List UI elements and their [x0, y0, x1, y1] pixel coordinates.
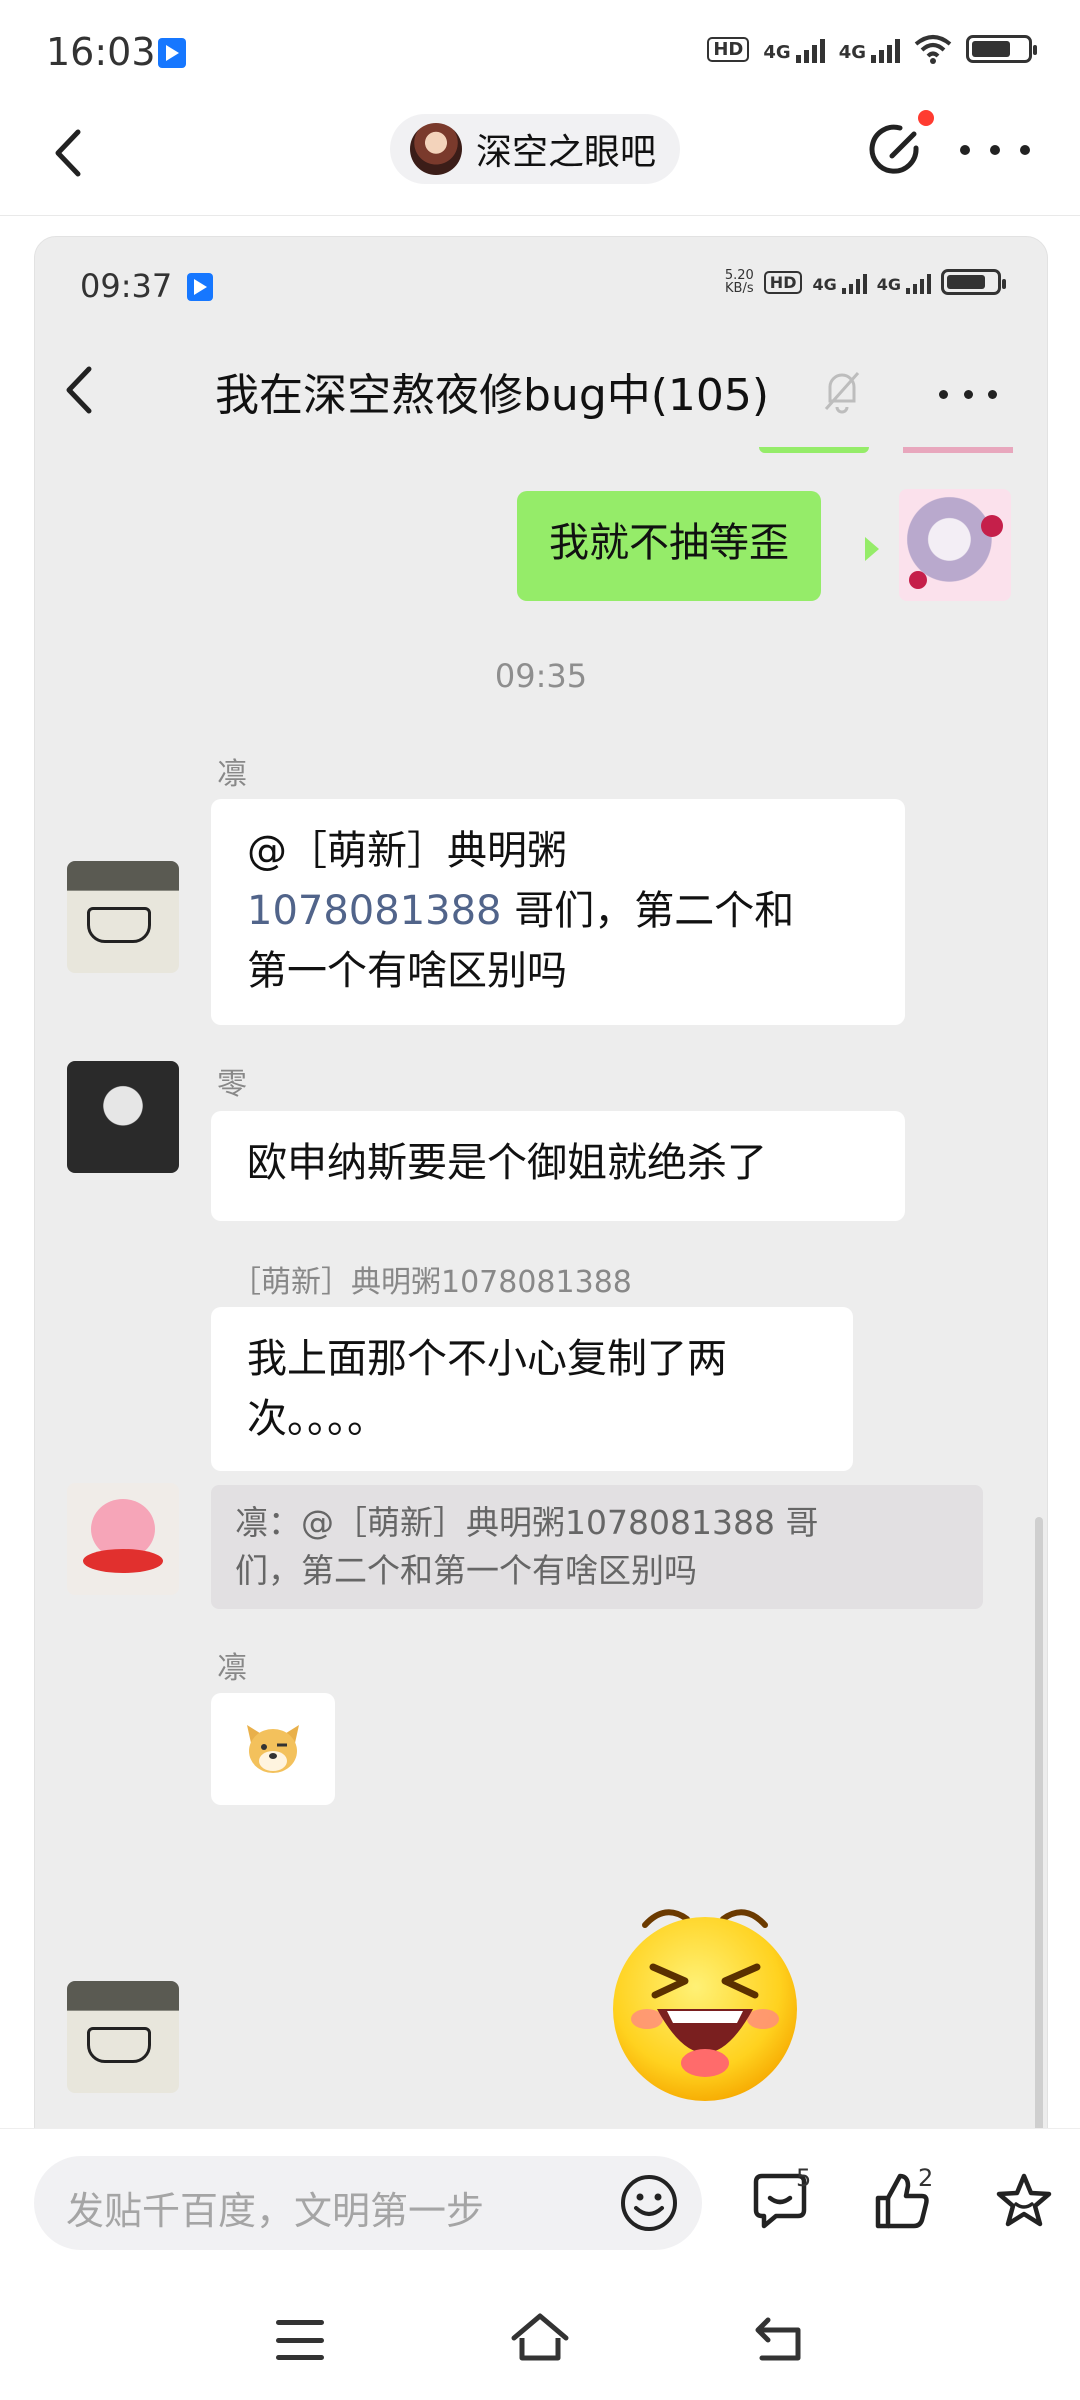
- network-type-label-2: 4G: [838, 42, 866, 63]
- back-button[interactable]: [40, 118, 96, 188]
- screenshot-status-time: 09:37: [80, 267, 173, 305]
- battery-icon: [941, 269, 1006, 295]
- more-options-button[interactable]: [960, 130, 1030, 170]
- chat-more-icon: [939, 379, 997, 409]
- sticker-bubble: [211, 1693, 335, 1805]
- chevron-left-icon: [66, 366, 92, 414]
- previous-bubble-fragment: [759, 447, 869, 453]
- reply-input-placeholder: 发贴千百度，文明第一步: [66, 2189, 485, 2233]
- speed-unit: KB/s: [725, 281, 754, 296]
- home-icon[interactable]: [508, 2308, 572, 2368]
- status-indicators: HD 4G 4G: [707, 34, 1037, 64]
- network-type-label-2: 4G: [876, 275, 901, 294]
- sender-name: ［萌新］典明粥1078081388: [231, 1265, 632, 1300]
- message-text: 欧申纳斯要是个御姐就绝杀了: [247, 1140, 767, 1186]
- laughing-emoji-icon: [613, 1909, 797, 2101]
- emoji-icon[interactable]: [618, 2172, 680, 2234]
- signal-icon-2: 4G: [877, 270, 931, 294]
- nav-back-icon[interactable]: [752, 2310, 808, 2366]
- network-type-label: 4G: [763, 42, 791, 63]
- message-line: 次。。。。: [247, 1396, 387, 1442]
- star-favorite-icon[interactable]: [990, 2168, 1058, 2236]
- chat-timestamp: 09:35: [494, 657, 588, 695]
- status-bar: 16:03 HD 4G 4G: [0, 0, 1080, 100]
- chat-bubble: 我上面那个不小心复制了两 次。。。。: [211, 1307, 853, 1471]
- chat-bubble: @［萌新］典明粥 1078081388 哥们，第二个和 第一个有啥区别吗: [211, 799, 905, 1025]
- avatar: [67, 1061, 179, 1173]
- message-line: 我上面那个不小心复制了两: [247, 1336, 727, 1382]
- edit-post-icon[interactable]: [866, 118, 930, 182]
- mute-bell-icon: [824, 372, 860, 414]
- message-line: 1078081388 哥们，第二个和: [247, 881, 869, 941]
- message-fragment: 哥们，第二个和: [501, 888, 795, 934]
- hd-icon: HD: [707, 36, 750, 62]
- signal-icon-2: 4G: [839, 35, 900, 63]
- network-type-label: 4G: [812, 275, 837, 294]
- doge-emoji-icon: [247, 1725, 299, 1773]
- signal-icon: 4G: [812, 270, 867, 294]
- forum-name: 深空之眼吧: [476, 132, 657, 173]
- bubble-tail: [865, 537, 879, 561]
- quote-line: 凛：@［萌新］典明粥1078081388 哥: [235, 1503, 819, 1542]
- notification-dot: [918, 110, 934, 126]
- notification-app-icon: [158, 38, 186, 68]
- qq-number-link: 1078081388: [247, 888, 502, 934]
- network-speed: 5.20 KB/s: [725, 269, 754, 295]
- message-line: @［萌新］典明粥: [247, 828, 567, 874]
- forum-pill[interactable]: 深空之眼吧: [390, 114, 681, 184]
- chat-back-button: [65, 355, 105, 425]
- sender-name: 零: [217, 1067, 247, 1102]
- quote-line: 们，第二个和第一个有啥区别吗: [235, 1551, 697, 1590]
- previous-avatar-fragment: [903, 447, 1013, 453]
- hd-icon: HD: [763, 270, 803, 294]
- scrollbar: [1035, 1517, 1043, 2137]
- message-text: 我就不抽等歪: [549, 520, 789, 566]
- screenshot-notification-icon: [187, 273, 213, 301]
- wifi-icon: [914, 35, 952, 64]
- signal-icon: 4G: [763, 35, 825, 63]
- forum-avatar: [410, 123, 462, 175]
- battery-icon: [966, 35, 1037, 63]
- like-count: 2: [918, 2164, 934, 2192]
- post-screenshot-image[interactable]: 09:37 5.20 KB/s HD 4G 4G 我在深空熬夜修bug中(105…: [34, 236, 1048, 2138]
- sender-name: 凛: [217, 757, 247, 792]
- avatar: [67, 861, 179, 973]
- sender-name: 凛: [217, 1651, 247, 1686]
- nav-recents-button[interactable]: [276, 2320, 324, 2360]
- message-line: 第一个有啥区别吗: [247, 948, 567, 994]
- status-time: 16:03: [46, 30, 156, 74]
- comment-count: 5: [796, 2164, 812, 2192]
- quoted-message: 凛：@［萌新］典明粥1078081388 哥 们，第二个和第一个有啥区别吗: [211, 1485, 983, 1609]
- avatar: [67, 1483, 179, 1595]
- chevron-left-icon: [55, 129, 81, 177]
- chat-title: 我在深空熬夜修bug中(105): [215, 370, 770, 421]
- screenshot-status-indicators: 5.20 KB/s HD 4G 4G: [725, 269, 1006, 295]
- avatar: [899, 489, 1011, 601]
- chat-bubble-self: 我就不抽等歪: [517, 491, 821, 601]
- chat-bubble: 欧申纳斯要是个御姐就绝杀了: [211, 1111, 905, 1221]
- avatar: [67, 1981, 179, 2093]
